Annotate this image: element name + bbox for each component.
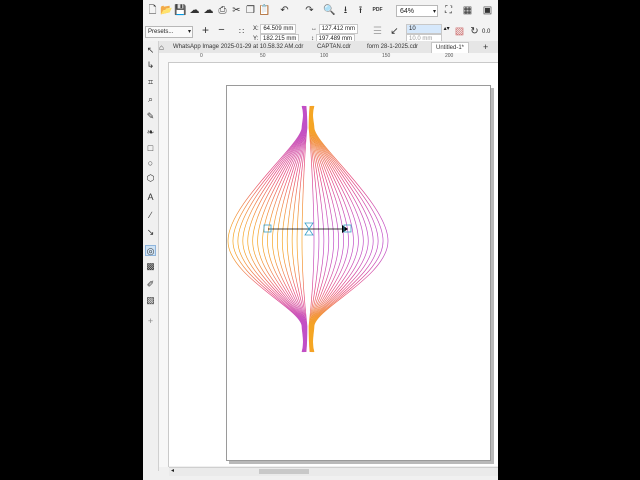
eyedropper-tool-icon[interactable]: ✐: [145, 279, 156, 290]
polygon-tool-icon[interactable]: ⬡: [145, 173, 156, 184]
blend-artwork[interactable]: [227, 86, 490, 460]
x-position-input[interactable]: 64.509 mm: [260, 24, 297, 34]
zoom-tool-icon[interactable]: ⌕: [145, 94, 156, 105]
property-bar: Presets... ▾ + − ∷ X: 64.509 mm Y: 182.2…: [143, 22, 498, 44]
save-icon[interactable]: 💾: [174, 4, 187, 17]
search-icon[interactable]: 🔍: [323, 4, 336, 17]
freehand-tool-icon[interactable]: ✎: [145, 111, 156, 122]
cloud-icon[interactable]: ☁: [188, 4, 201, 17]
print-icon[interactable]: ⎙: [216, 4, 229, 17]
blend-preset-icon[interactable]: ☰: [371, 25, 384, 38]
publish-pdf-icon[interactable]: PDF: [371, 4, 384, 17]
tab-form[interactable]: form 28-1-2025.cdr: [363, 42, 422, 53]
copy-icon[interactable]: ❐: [244, 4, 257, 17]
spin-arrow-icon[interactable]: ▴▾: [444, 26, 450, 32]
presets-label: Presets...: [148, 29, 174, 35]
fill-tool-icon[interactable]: ▧: [145, 295, 156, 306]
open-folder-icon[interactable]: 📂: [160, 4, 173, 17]
width-input[interactable]: 127.412 mm: [318, 24, 359, 34]
ruler-number: 200: [445, 53, 454, 59]
redo-icon[interactable]: ↷: [303, 4, 316, 17]
tab-whatsapp-image[interactable]: WhatsApp Image 2025-01-29 at 10.58.32 AM…: [169, 42, 307, 53]
add-tool-icon[interactable]: +: [145, 316, 156, 327]
view-options-icon[interactable]: ▣: [481, 4, 494, 17]
chevron-down-icon: ▾: [432, 9, 436, 15]
full-screen-icon[interactable]: ⛶: [442, 4, 455, 17]
transparency-tool-icon[interactable]: ▩: [145, 261, 156, 272]
crop-tool-icon[interactable]: ⌗: [145, 77, 156, 88]
drawing-canvas[interactable]: [169, 63, 498, 466]
document-page[interactable]: [226, 85, 491, 461]
new-document-icon[interactable]: 🗋: [146, 4, 159, 17]
ruler-number: 0: [200, 53, 203, 59]
presets-dropdown[interactable]: Presets... ▾: [145, 26, 193, 38]
export-icon[interactable]: ⭱: [354, 4, 367, 17]
add-preset-icon[interactable]: +: [199, 24, 212, 37]
dimension-tool-icon[interactable]: ∕: [145, 210, 156, 221]
horizontal-scrollbar[interactable]: ◂: [169, 467, 498, 476]
zoom-value: 64%: [400, 8, 415, 15]
scroll-thumb[interactable]: [259, 469, 309, 474]
vertical-ruler[interactable]: [159, 62, 169, 467]
chevron-down-icon: ▾: [187, 29, 191, 35]
ellipse-tool-icon[interactable]: ○: [145, 158, 156, 169]
connector-tool-icon[interactable]: ↘: [145, 227, 156, 238]
rectangle-tool-icon[interactable]: □: [145, 143, 156, 154]
blend-angle-value[interactable]: 0.0: [482, 28, 490, 36]
home-icon[interactable]: ⌂: [159, 42, 167, 53]
text-tool-icon[interactable]: A: [145, 192, 156, 203]
ruler-number: 100: [320, 53, 329, 59]
blend-object-icon[interactable]: ▧: [453, 25, 466, 38]
shape-tool-icon[interactable]: ↳: [145, 60, 156, 71]
ruler-number: 50: [260, 53, 266, 59]
rulers-icon[interactable]: ▦: [461, 4, 474, 17]
paste-icon[interactable]: 📋: [258, 4, 271, 17]
tab-captan[interactable]: CAPTAN.cdr: [313, 42, 355, 53]
remove-preset-icon[interactable]: −: [215, 24, 228, 37]
undo-icon[interactable]: ↶: [278, 4, 291, 17]
blend-direction-icon[interactable]: ↙: [388, 25, 401, 38]
standard-toolbar: 🗋 📂 💾 ☁ ☁ ⎙ ✂ ❐ 📋 ↶ ↷ 🔍 ⭳ ⭱ PDF 64% ▾ ⛶ …: [143, 0, 498, 23]
zoom-level-select[interactable]: 64% ▾: [396, 5, 438, 17]
cloud-upload-icon[interactable]: ☁: [202, 4, 215, 17]
width-icon: ↔: [311, 26, 317, 32]
blend-angle-icon[interactable]: ↻: [468, 25, 481, 38]
pick-tool-icon[interactable]: ↖: [145, 45, 156, 56]
import-icon[interactable]: ⭳: [339, 4, 352, 17]
coreldraw-window: 🗋 📂 💾 ☁ ☁ ⎙ ✂ ❐ 📋 ↶ ↷ 🔍 ⭳ ⭱ PDF 64% ▾ ⛶ …: [143, 0, 498, 480]
toolbox: ↖ ↳ ⌗ ⌕ ✎ ❧ □ ○ ⬡ A ∕ ↘ ◎ ▩ ✐ ▧ +: [143, 41, 159, 471]
x-label: X:: [253, 26, 259, 32]
horizontal-ruler[interactable]: 0 50 100 150 200: [159, 53, 498, 63]
cut-icon[interactable]: ✂: [230, 4, 243, 17]
blend-steps-input[interactable]: 10: [406, 24, 442, 34]
add-tab-icon[interactable]: +: [479, 42, 492, 53]
artistic-media-icon[interactable]: ❧: [145, 127, 156, 138]
blend-tool-icon[interactable]: ◎: [145, 245, 156, 256]
blend-control-handles[interactable]: [263, 222, 352, 236]
reference-point-icon[interactable]: ∷: [235, 25, 248, 38]
scroll-left-icon[interactable]: ◂: [171, 467, 174, 474]
ruler-number: 150: [382, 53, 391, 59]
